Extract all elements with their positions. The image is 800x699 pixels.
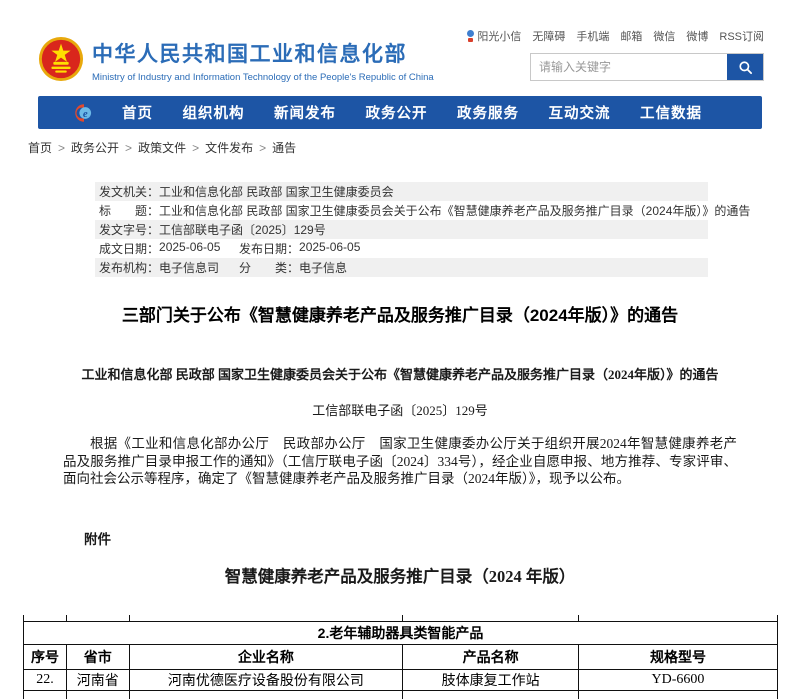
cell-model: YD-6600 — [578, 669, 777, 690]
main-nav: e 首页 组织机构 新闻发布 政务公开 政务服务 互动交流 工信数据 — [38, 96, 762, 129]
page: 中华人民共和国工业和信息化部 Ministry of Industry and … — [0, 0, 800, 694]
nav-item-gov-services[interactable]: 政务服务 — [457, 102, 519, 123]
document-body: 三部门关于公布《智慧健康养老产品及服务推广目录（2024年版）》的通告 工业和信… — [60, 301, 740, 587]
nav-item-data[interactable]: 工信数据 — [640, 102, 702, 123]
breadcrumb-notice[interactable]: 通告 — [272, 139, 296, 156]
meta-label: 发布机构： — [99, 259, 159, 276]
nav-item-home[interactable]: 首页 — [122, 102, 153, 123]
document-paragraph: 根据《工业和信息化部办公厅 民政部办公厅 国家卫生健康委办公厅关于组织开展202… — [63, 435, 737, 488]
meta-value: 工信部联电子函〔2025〕129号 — [159, 221, 326, 238]
link-weibo[interactable]: 微博 — [686, 28, 708, 44]
link-accessibility[interactable]: 无障碍 — [532, 28, 565, 44]
table-section-title: 2.老年辅助器具类智能产品 — [24, 621, 778, 644]
quick-links: 阳光小信 无障碍 手机端 邮箱 微信 微博 RSS订阅 — [530, 28, 764, 44]
col-header-company: 企业名称 — [129, 644, 403, 669]
breadcrumb-gov-openness[interactable]: 政务公开 — [71, 139, 119, 156]
meta-value: 电子信息司 — [159, 259, 219, 276]
site-title-block: 中华人民共和国工业和信息化部 Ministry of Industry and … — [92, 38, 434, 83]
table-cutoff-row-bottom — [24, 690, 778, 699]
meta-label: 标 题： — [99, 202, 159, 219]
site-title-cn: 中华人民共和国工业和信息化部 — [92, 38, 434, 68]
search-input[interactable] — [531, 54, 727, 80]
document-number: 工信部联电子函〔2025〕129号 — [60, 400, 740, 419]
col-header-province: 省市 — [66, 644, 129, 669]
header-right: 阳光小信 无障碍 手机端 邮箱 微信 微博 RSS订阅 — [530, 28, 764, 81]
link-rss[interactable]: RSS订阅 — [719, 28, 764, 44]
breadcrumb-policy-docs[interactable]: 政策文件 — [138, 139, 186, 156]
meta-value: 工业和信息化部 民政部 国家卫生健康委员会 — [159, 183, 394, 200]
breadcrumb-doc-release[interactable]: 文件发布 — [205, 139, 253, 156]
breadcrumb: 首页 > 政务公开 > 政策文件 > 文件发布 > 通告 — [28, 139, 800, 156]
table-header-row: 序号 省市 企业名称 产品名称 规格型号 — [24, 644, 778, 669]
meta-value: 2025-06-05 — [299, 240, 360, 257]
nav-item-news[interactable]: 新闻发布 — [274, 102, 336, 123]
col-header-product: 产品名称 — [403, 644, 579, 669]
meta-value: 电子信息 — [299, 259, 347, 276]
search-bar — [530, 53, 764, 81]
search-button[interactable] — [727, 54, 763, 80]
link-mobile[interactable]: 手机端 — [576, 28, 609, 44]
breadcrumb-separator: > — [259, 141, 266, 155]
link-sunshine-assistant[interactable]: 阳光小信 — [477, 28, 521, 44]
breadcrumb-home[interactable]: 首页 — [28, 139, 52, 156]
nav-item-organization[interactable]: 组织机构 — [183, 102, 245, 123]
breadcrumb-separator: > — [192, 141, 199, 155]
attachment-title: 智慧健康养老产品及服务推广目录（2024 年版） — [60, 563, 740, 587]
miit-logo-icon: e — [74, 103, 94, 123]
page-title: 三部门关于公布《智慧健康养老产品及服务推广目录（2024年版）》的通告 — [60, 301, 740, 326]
site-header: 中华人民共和国工业和信息化部 Ministry of Industry and … — [0, 0, 800, 96]
cell-province: 河南省 — [66, 669, 129, 690]
meta-row-dates: 成文日期： 2025-06-05 发布日期： 2025-06-05 — [95, 239, 708, 258]
document-subtitle: 工业和信息化部 民政部 国家卫生健康委员会关于公布《智慧健康养老产品及服务推广目… — [60, 364, 740, 383]
breadcrumb-separator: > — [125, 141, 132, 155]
svg-text:e: e — [83, 107, 88, 119]
table-section-row: 2.老年辅助器具类智能产品 — [24, 621, 778, 644]
meta-label: 分 类： — [239, 259, 299, 276]
col-header-index: 序号 — [24, 644, 67, 669]
cell-product: 肢体康复工作站 — [403, 669, 579, 690]
attachment-label: 附件 — [84, 528, 740, 548]
cell-index: 22. — [24, 669, 67, 690]
nav-item-interaction[interactable]: 互动交流 — [549, 102, 611, 123]
breadcrumb-separator: > — [58, 141, 65, 155]
catalog-table: 2.老年辅助器具类智能产品 序号 省市 企业名称 产品名称 规格型号 22. 河… — [23, 615, 778, 699]
search-icon — [738, 60, 753, 75]
meta-label: 发文机关： — [99, 183, 159, 200]
document-meta: 发文机关： 工业和信息化部 民政部 国家卫生健康委员会 标 题： 工业和信息化部… — [95, 182, 708, 277]
meta-label: 发文字号： — [99, 221, 159, 238]
meta-row-publisher: 发布机构： 电子信息司 分 类： 电子信息 — [95, 258, 708, 277]
table-row: 22. 河南省 河南优德医疗设备股份有限公司 肢体康复工作站 YD-6600 — [24, 669, 778, 690]
meta-row-issuing-agency: 发文机关： 工业和信息化部 民政部 国家卫生健康委员会 — [95, 182, 708, 201]
meta-label: 成文日期： — [99, 240, 159, 257]
meta-value: 工业和信息化部 民政部 国家卫生健康委员会关于公布《智慧健康养老产品及服务推广目… — [159, 202, 750, 219]
meta-label: 发布日期： — [239, 240, 299, 257]
link-wechat[interactable]: 微信 — [653, 28, 675, 44]
national-emblem-icon — [38, 36, 84, 82]
site-title-en: Ministry of Industry and Information Tec… — [92, 72, 434, 83]
cell-company: 河南优德医疗设备股份有限公司 — [129, 669, 403, 690]
col-header-model: 规格型号 — [578, 644, 777, 669]
nav-items: 首页 组织机构 新闻发布 政务公开 政务服务 互动交流 工信数据 — [94, 102, 762, 123]
meta-row-doc-number: 发文字号： 工信部联电子函〔2025〕129号 — [95, 220, 708, 239]
meta-value: 2025-06-05 — [159, 240, 220, 257]
nav-item-gov-openness[interactable]: 政务公开 — [366, 102, 428, 123]
meta-row-title: 标 题： 工业和信息化部 民政部 国家卫生健康委员会关于公布《智慧健康养老产品及… — [95, 201, 708, 220]
link-mail[interactable]: 邮箱 — [620, 28, 642, 44]
